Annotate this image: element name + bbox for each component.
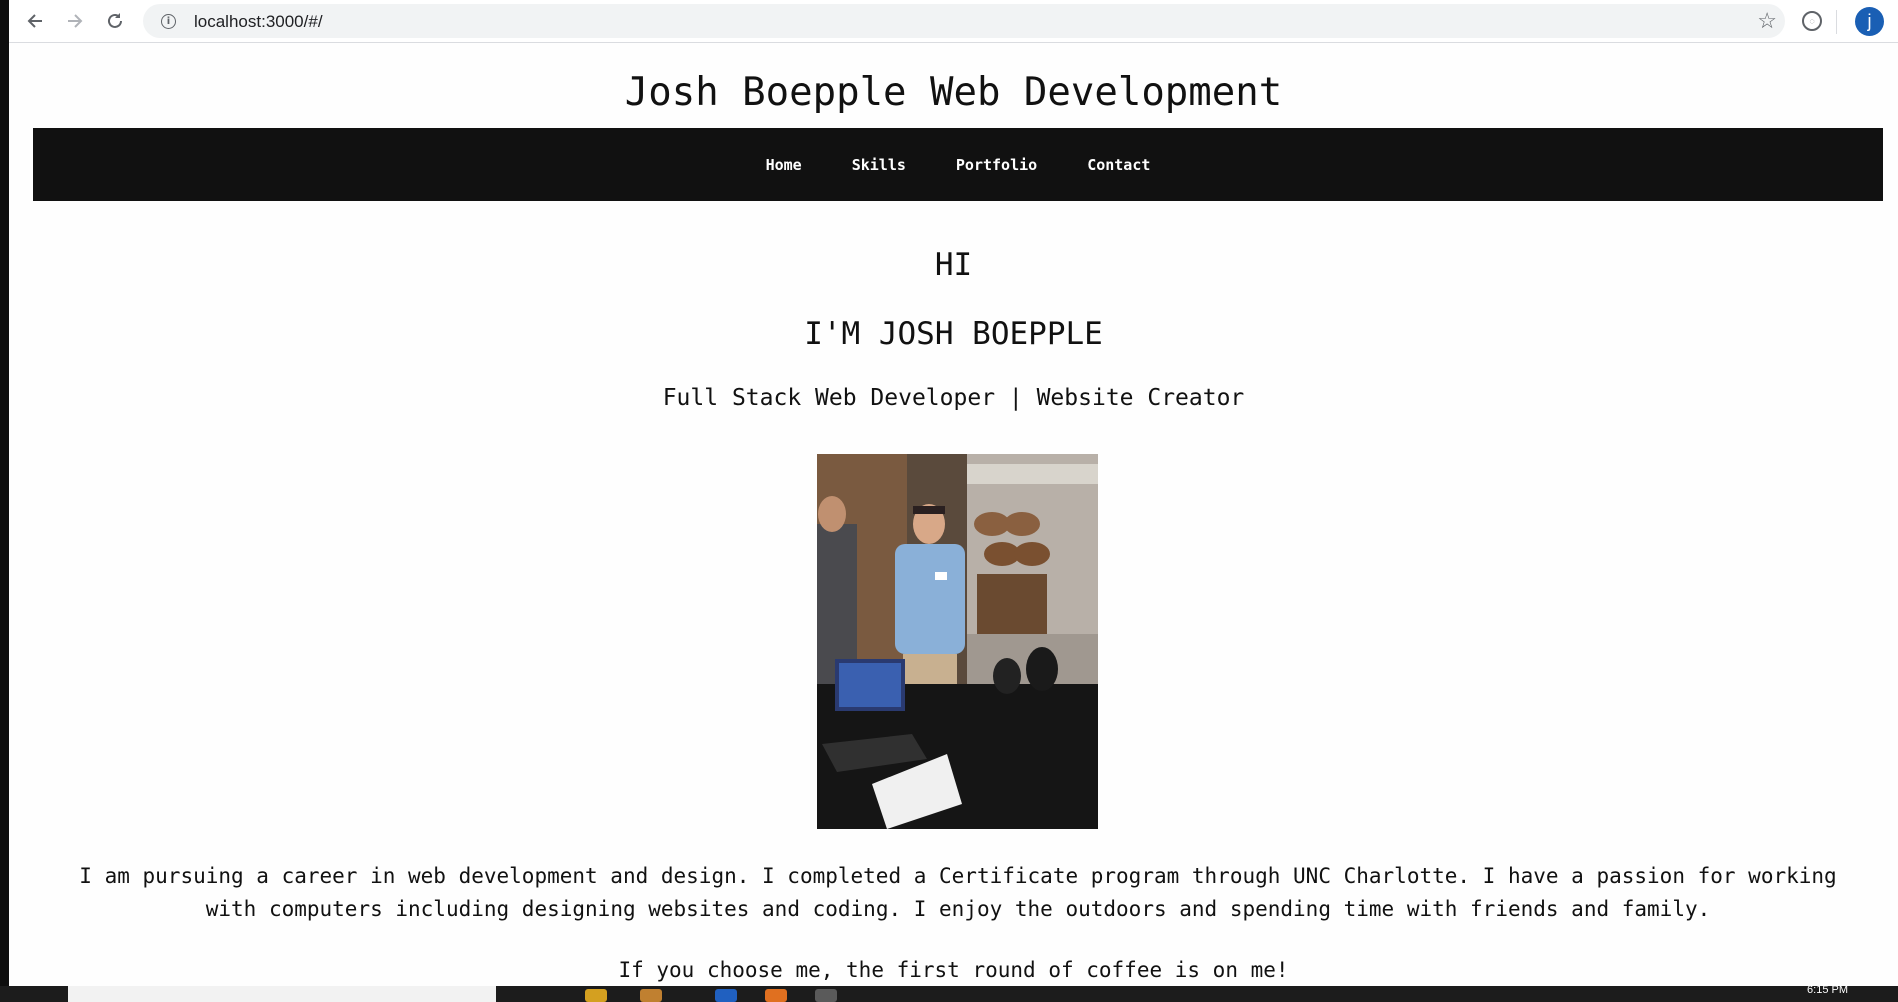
- left-window-edge: [0, 0, 9, 1002]
- app-taskbar-icon-3[interactable]: [765, 989, 787, 1002]
- address-bar[interactable]: i localhost:3000/#/ ☆: [143, 4, 1785, 38]
- url-text[interactable]: localhost:3000/#/: [194, 12, 323, 32]
- app-taskbar-icon[interactable]: [640, 989, 662, 1002]
- profile-avatar[interactable]: j: [1855, 7, 1884, 36]
- folder-taskbar-icon[interactable]: [585, 989, 607, 1002]
- reload-icon[interactable]: [102, 8, 128, 34]
- profile-photo: [817, 454, 1098, 829]
- name-heading: I'M JOSH BOEPPLE: [804, 316, 1103, 352]
- greeting-heading: HI: [934, 247, 973, 283]
- coffee-line: If you choose me, the first round of cof…: [618, 958, 1289, 982]
- nav-home[interactable]: Home: [741, 156, 827, 174]
- app-taskbar-icon-2[interactable]: [715, 989, 737, 1002]
- back-icon[interactable]: [22, 8, 48, 34]
- forward-icon[interactable]: [62, 8, 88, 34]
- toolbar-divider: [1836, 10, 1837, 34]
- bookmark-star-icon[interactable]: ☆: [1757, 8, 1777, 34]
- site-title: Josh Boepple Web Development: [624, 70, 1283, 115]
- nav-skills[interactable]: Skills: [827, 156, 931, 174]
- extension-icon[interactable]: ◌: [1802, 11, 1822, 31]
- subtitle: Full Stack Web Developer | Website Creat…: [662, 385, 1245, 411]
- main-nav: Home Skills Portfolio Contact: [33, 128, 1883, 201]
- browser-toolbar: i localhost:3000/#/ ☆ ◌ j: [9, 0, 1898, 43]
- site-info-icon[interactable]: i: [161, 14, 176, 29]
- nav-portfolio[interactable]: Portfolio: [931, 156, 1062, 174]
- taskbar-clock: 6:15 PM: [1807, 986, 1848, 996]
- bio-paragraph: I am pursuing a career in web developmen…: [79, 864, 1837, 921]
- taskbar-search[interactable]: [68, 986, 496, 1002]
- app-taskbar-icon-4[interactable]: [815, 989, 837, 1002]
- nav-contact[interactable]: Contact: [1062, 156, 1175, 174]
- os-taskbar: 6:15 PM: [0, 986, 1898, 1002]
